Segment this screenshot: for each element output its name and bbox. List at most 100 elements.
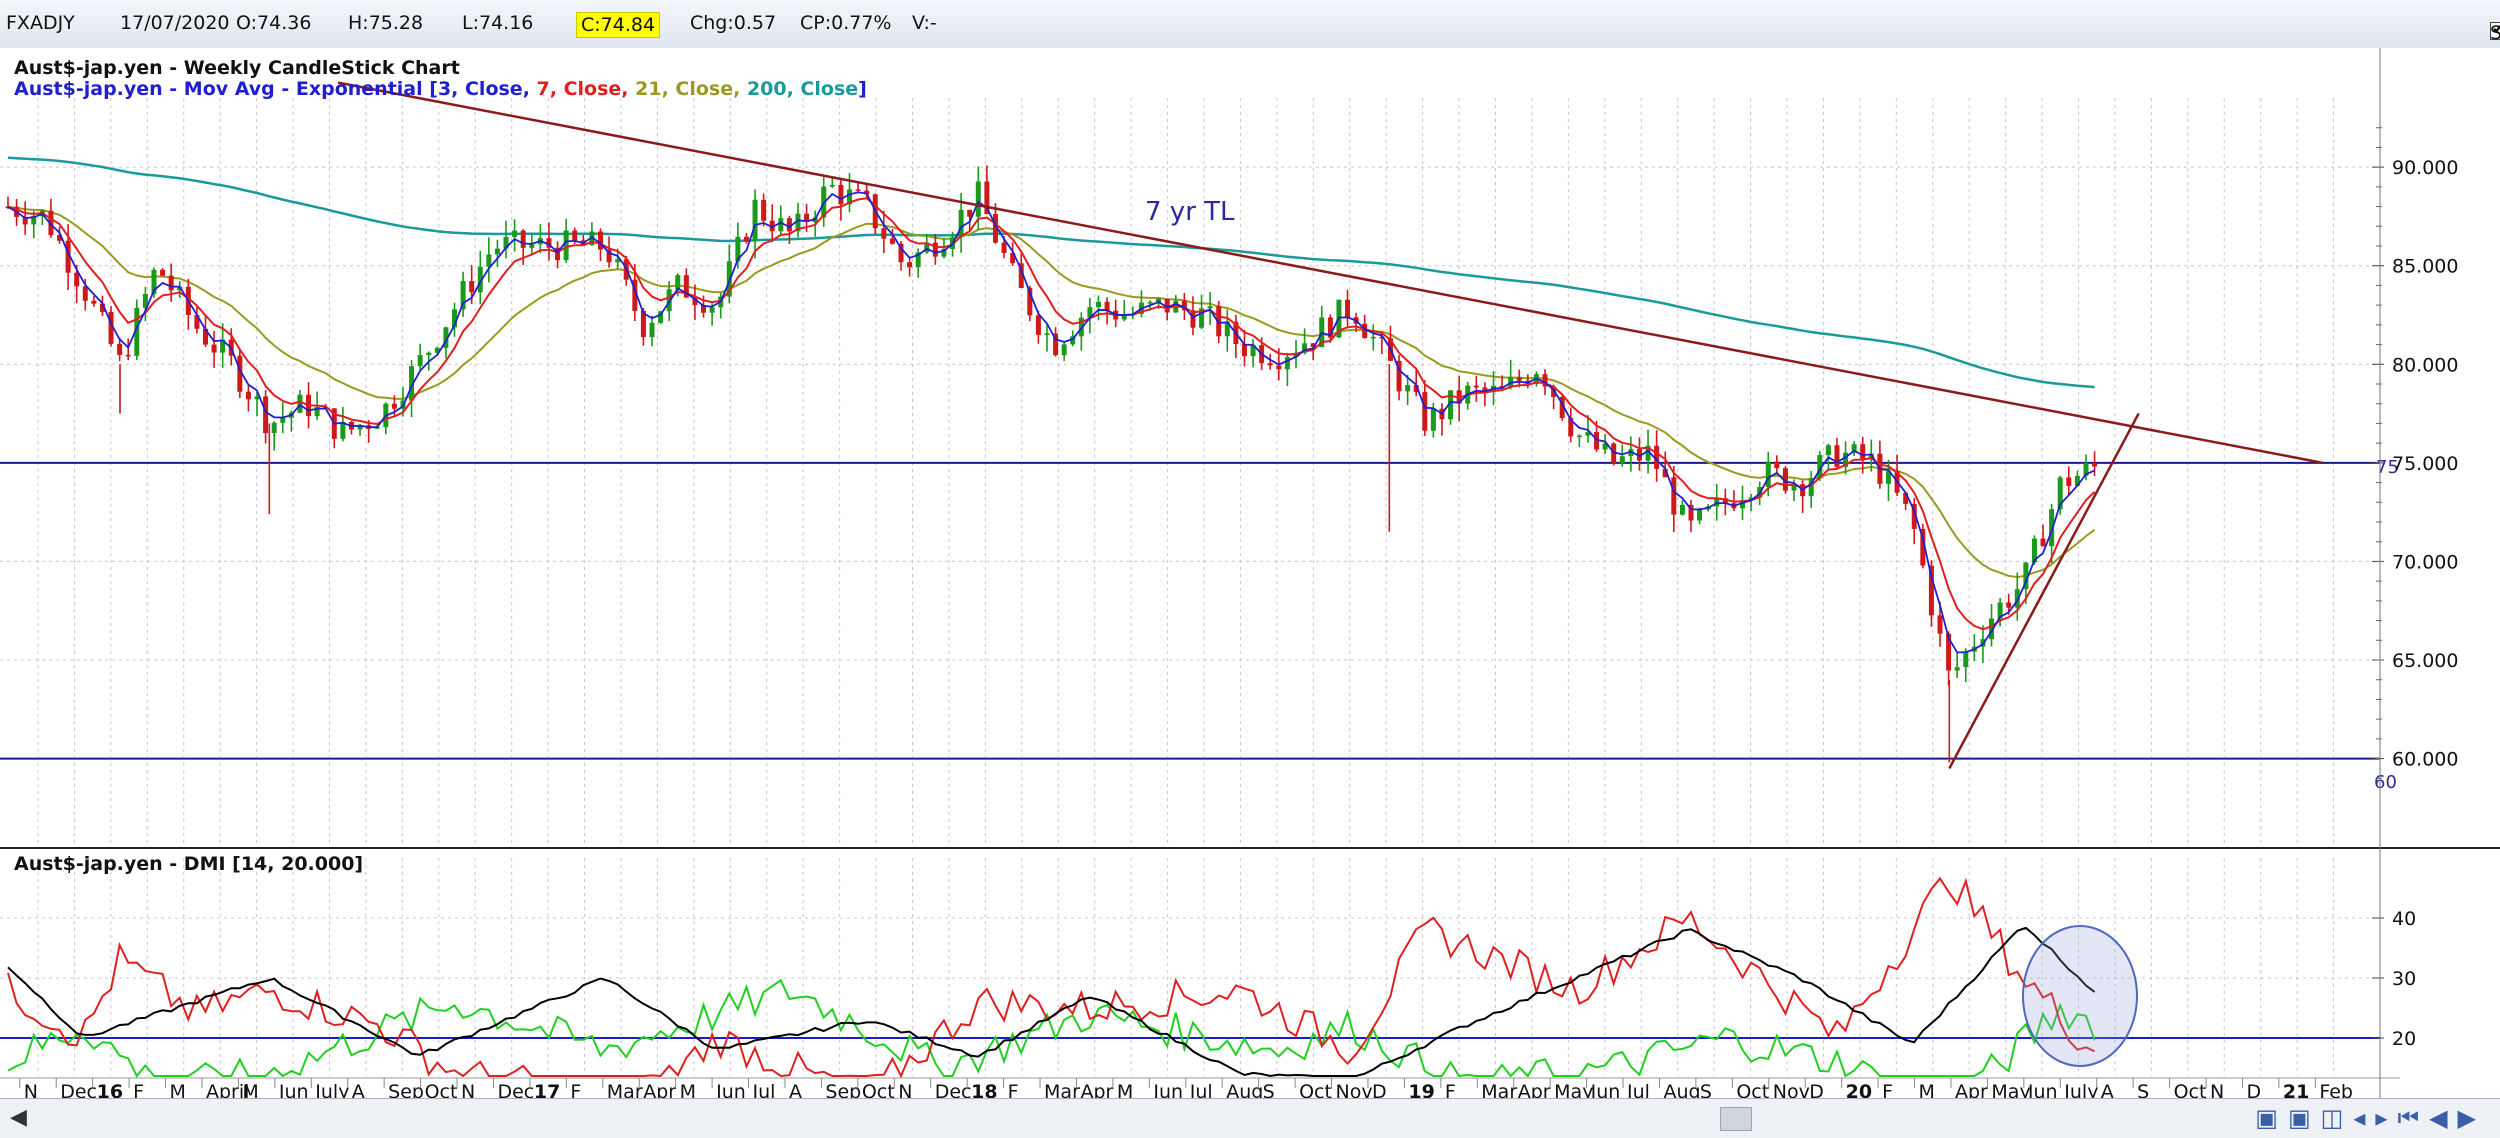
candle-body [1035,315,1041,335]
scroll-thumb[interactable] [1720,1107,1752,1131]
price-tick-label: 70.000 [2392,551,2458,573]
candle-body [211,344,217,353]
trendline-label: 7 yr TL [1145,197,1235,227]
candle-body [881,228,887,239]
candle-body [1345,299,1351,318]
x-axis-label: May [1554,1081,1593,1098]
x-axis-label: A [352,1081,365,1098]
x-axis-label: N [461,1081,475,1098]
x-axis-label: Mar [607,1081,643,1098]
x-axis-label: Apr [643,1081,676,1098]
quote-date: 17/07/2020 [120,12,230,34]
candle-body [2066,477,2072,486]
zoom-in-icon[interactable]: ▣ [2255,1104,2288,1132]
change-value: Chg:0.57 [690,12,777,34]
x-axis-label: Aug [1663,1081,1700,1098]
x-axis-label: Dec [60,1081,97,1098]
candle-body [958,209,964,238]
x-axis-label: Nov [1336,1081,1373,1098]
chart-navigation[interactable]: ▣▣◫◂▸⏮◀▶ [2255,1104,2486,1132]
x-axis-label: M [242,1081,258,1098]
candle-body [2092,463,2098,467]
zoom-out-icon[interactable]: ▣ [2288,1104,2321,1132]
candle-body [125,354,131,357]
x-axis-label: Aug [1226,1081,1263,1098]
candle-body [1061,344,1067,356]
ma-legend-7: 7, Close, [537,78,636,100]
price-tick-label: 60.000 [2392,749,2458,771]
candle-body [520,230,526,248]
first-icon[interactable]: ⏮ [2397,1104,2429,1132]
scroll-bar[interactable]: ◀ ▣▣◫◂▸⏮◀▶ [0,1098,2500,1138]
x-axis-label: Jun [2027,1081,2058,1098]
candle-body [1207,306,1213,309]
candle-body [74,272,80,287]
candle-body [1147,301,1153,304]
change-percent: CP:0.77% [800,12,892,34]
x-axis-label: F [133,1081,144,1098]
candle-body [297,394,303,413]
candle-body [529,244,535,248]
prev-icon[interactable]: ◀ [2429,1104,2457,1132]
x-axis-label: F [1882,1081,1893,1098]
candle-body [1473,385,1479,388]
x-axis-label: Oct [1299,1081,1332,1098]
symbol: FXADJY [6,12,75,34]
x-axis-label: M [1919,1081,1935,1098]
candle-body [117,343,123,355]
candle-body [469,281,475,293]
chart-area[interactable]: 7 yr TL 75 60 90.00085.00080.00075.00070… [0,48,2500,1098]
price-tick-label: 90.000 [2392,157,2458,179]
x-axis-label: S [1263,1081,1275,1098]
candle-body [1241,344,1247,357]
x-axis-label: F [1445,1081,1456,1098]
x-axis-label: Jun [278,1081,309,1098]
x-axis-label: D [1372,1081,1387,1098]
candle-body [1576,435,1582,438]
price-tick-label: 80.000 [2392,354,2458,376]
x-axis-label: M [1117,1081,1133,1098]
move-both-icon[interactable]: ◂▸ [2353,1104,2397,1132]
candle-body [486,254,492,267]
next-icon[interactable]: ▶ [2458,1104,2486,1132]
candle-body [907,262,913,268]
x-axis-label: 18 [971,1081,997,1098]
candle-body [838,184,844,205]
x-axis-label: M [170,1081,186,1098]
candle-body [1096,301,1102,308]
candle-body [168,275,174,291]
candle-body [761,199,767,221]
fit-icon[interactable]: ◫ [2321,1104,2354,1132]
candle-body [1825,445,1831,456]
x-axis-label: 21 [2283,1081,2309,1098]
candle-body [743,236,749,242]
candle-body [1765,461,1771,488]
candle-body [1937,615,1943,634]
scroll-left-icon[interactable]: ◀ [10,1105,27,1130]
x-axis-label: Jul [752,1081,776,1098]
price-tick-label: 85.000 [2392,256,2458,278]
candle-body [1774,461,1780,469]
level-60-label: 60 [2374,772,2397,793]
show-last-label: Show Last [2490,22,2500,44]
quote-header: FXADJY 17/07/2020 O:74.36 H:75.28 L:74.1… [0,0,2500,49]
candle-body [91,300,97,304]
candle-body [263,396,269,434]
price-tick-label: 75.000 [2392,453,2458,475]
candle-body [494,248,500,255]
ma-legend: Aust$-jap.yen - Mov Avg - Exponential [3… [14,78,867,100]
low-value: L:74.16 [462,12,534,34]
x-axis-label: A [2101,1081,2114,1098]
x-axis-label: N [898,1081,912,1098]
candle-body [563,230,569,261]
candle-body [1044,333,1050,335]
x-axis-label: Jul [1626,1081,1650,1098]
x-axis-label: F [1008,1081,1019,1098]
candle-body [649,322,655,338]
candle-body [512,230,518,237]
x-axis-label: 19 [1408,1081,1434,1098]
high-value: H:75.28 [348,12,424,34]
x-axis-label: D [2246,1081,2261,1098]
price-tick-label: 65.000 [2392,650,2458,672]
candle-body [1405,385,1411,392]
